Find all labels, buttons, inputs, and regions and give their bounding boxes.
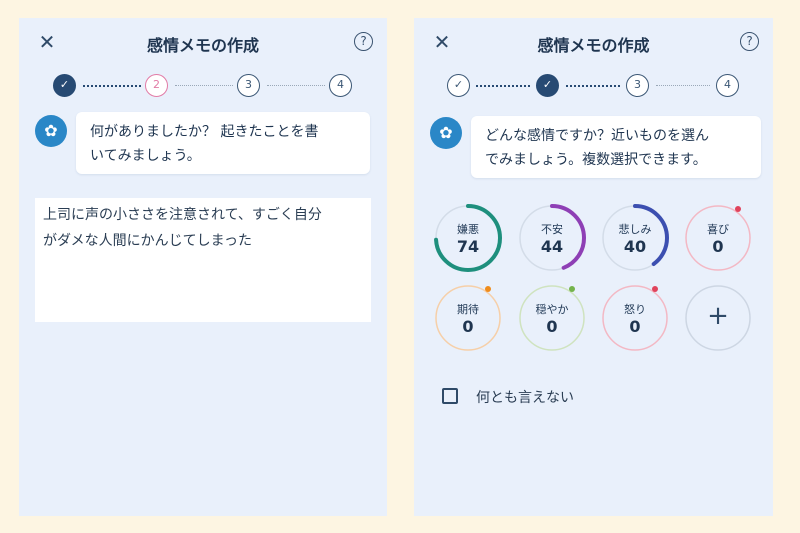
step-1-check-icon: ✓: [53, 74, 76, 97]
prompt-line-1: どんな感情ですか？近いものを選ん: [485, 128, 709, 144]
step-indicator: ✓ ✓ 3 4: [414, 74, 773, 98]
emotion-label: 期待: [457, 303, 479, 316]
prompt-line-2: いてみましょう。: [90, 148, 201, 164]
page-title: 感情メモの作成: [146, 36, 259, 55]
step-connector: [83, 85, 141, 87]
entry-line-2: がダメな人間にかんじてしまった: [43, 233, 253, 249]
add-emotion-button[interactable]: +: [684, 284, 752, 352]
emotion-value: 0: [546, 317, 558, 336]
emotion-label: 喜び: [707, 223, 729, 236]
step-4: 4: [329, 74, 352, 97]
step-connector: [175, 85, 233, 86]
step-2: 2: [145, 74, 168, 97]
prompt-bubble: どんな感情ですか？近いものを選ん でみましょう。複数選択できます。: [471, 116, 761, 178]
emotion-value: 0: [712, 237, 724, 256]
prompt-line-1: 何がありましたか？ 起きたことを書: [90, 124, 319, 140]
none-checkbox[interactable]: [442, 388, 458, 404]
emotion-anxiety[interactable]: 不安 44: [518, 204, 586, 272]
emotion-sadness[interactable]: 悲しみ 40: [601, 204, 669, 272]
emotion-label: 悲しみ: [618, 223, 652, 236]
status-dot: [569, 286, 575, 292]
step-connector: [267, 85, 325, 86]
step-3: 3: [237, 74, 260, 97]
header: ✕ 感情メモの作成 ?: [414, 18, 773, 68]
event-text-input[interactable]: 上司に声の小ささを注意されて、すごく自分 がダメな人間にかんじてしまった: [35, 198, 371, 322]
none-label: 何とも言えない: [476, 390, 574, 406]
step-connector: [656, 85, 710, 86]
plus-icon: +: [707, 301, 729, 331]
header: ✕ 感情メモの作成 ?: [19, 18, 387, 68]
emotion-value: 0: [462, 317, 474, 336]
help-icon[interactable]: ?: [740, 32, 759, 51]
status-dot: [652, 286, 658, 292]
status-dot: [735, 206, 741, 212]
help-icon[interactable]: ?: [354, 32, 373, 51]
emotion-value: 44: [540, 237, 564, 256]
entry-line-1: 上司に声の小ささを注意されて、すごく自分: [43, 207, 322, 223]
emotion-label: 穏やか: [535, 303, 569, 316]
emotion-label: 不安: [541, 223, 563, 236]
emotion-label: 嫌悪: [457, 223, 479, 236]
emotion-label: 怒り: [624, 303, 646, 316]
emotion-anticipation[interactable]: 期待 0: [434, 284, 502, 352]
emotion-calm[interactable]: 穏やか 0: [518, 284, 586, 352]
step-1-check-icon: ✓: [447, 74, 470, 97]
step-4: 4: [716, 74, 739, 97]
step-2-check-icon: ✓: [536, 74, 559, 97]
emotion-value: 40: [623, 237, 647, 256]
step-connector: [476, 85, 530, 87]
step3-screen: ✕ 感情メモの作成 ? ✓ ✓ 3 4 ✿ どんな感情ですか？近いものを選ん で…: [414, 18, 773, 516]
emotion-anger[interactable]: 怒り 0: [601, 284, 669, 352]
prompt-bubble: 何がありましたか？ 起きたことを書 いてみましょう。: [76, 112, 370, 174]
emotion-value: 74: [456, 237, 480, 256]
step-3: 3: [626, 74, 649, 97]
step-indicator: ✓ 2 3 4: [19, 74, 387, 98]
status-dot: [485, 286, 491, 292]
lotus-icon: ✿: [430, 117, 462, 149]
lotus-icon: ✿: [35, 115, 67, 147]
step-connector: [566, 85, 620, 87]
prompt-line-2: でみましょう。複数選択できます。: [485, 152, 707, 168]
step2-screen: ✕ 感情メモの作成 ? ✓ 2 3 4 ✿ 何がありましたか？ 起きたことを書 …: [19, 18, 387, 516]
emotion-joy[interactable]: 喜び 0: [684, 204, 752, 272]
page-title: 感情メモの作成: [537, 36, 650, 55]
emotion-disgust[interactable]: 嫌悪 74: [434, 204, 502, 272]
emotion-value: 0: [629, 317, 641, 336]
